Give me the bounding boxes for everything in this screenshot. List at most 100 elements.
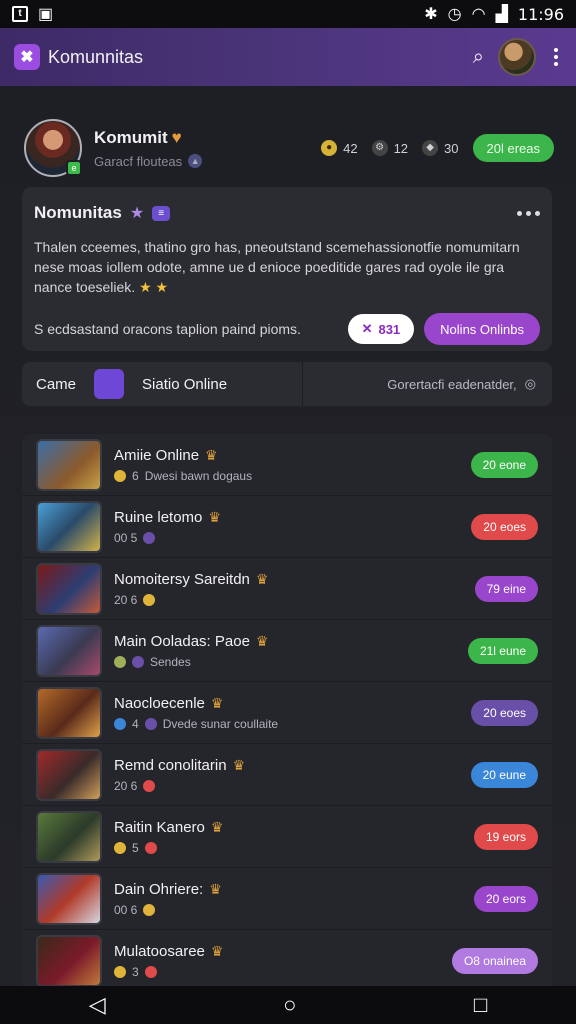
coin-icon bbox=[114, 841, 126, 854]
row-status-pill[interactable]: 21l eune bbox=[467, 637, 538, 664]
profile-subtitle: Garacf flouteas bbox=[94, 153, 183, 169]
row-title: Dain Ohriere: bbox=[114, 880, 204, 898]
game-thumbnail bbox=[36, 624, 102, 677]
list-item[interactable]: Remd conolitarin ♛ 20 6 20 eune bbox=[22, 744, 552, 806]
card-description-text: Thalen cceemes, thatino gro has, pneouts… bbox=[34, 239, 520, 295]
row-status-pill[interactable]: 20 eoes bbox=[471, 513, 538, 540]
members-button[interactable]: ✕ 831 bbox=[347, 314, 415, 344]
profile-stats: ● 42 ⚙ 12 ◆ 30 20l ereas bbox=[321, 134, 554, 162]
card-description: Thalen cceemes, thatino gro has, pneouts… bbox=[34, 237, 540, 297]
medal-icon bbox=[144, 966, 157, 978]
stat-coins: 42 bbox=[343, 140, 358, 156]
list-item[interactable]: Naocloecenle ♛ 4 Dvede sunar coullaite 20 … bbox=[22, 682, 552, 744]
row-meta-num: 00 6 bbox=[114, 902, 138, 917]
game-thumbnail bbox=[36, 686, 102, 739]
list-item[interactable]: Main Ooladas: Paoe ♛ Sendes 21l eune bbox=[22, 620, 552, 682]
row-title: Raitin Kanero bbox=[114, 818, 205, 836]
gear-icon: ⚙ bbox=[371, 140, 388, 156]
online-button[interactable]: Nolins Onlinbs bbox=[424, 313, 540, 345]
crown-icon: ♛ bbox=[255, 632, 269, 649]
list-item[interactable]: Nomoitersy Sareitdn ♛ 20 6 79 eine bbox=[22, 558, 552, 620]
medal-icon bbox=[143, 903, 156, 916]
community-card: Nomunitas ★ ≡ Thalen cceemes, thatino gr… bbox=[22, 187, 552, 351]
bluetooth-icon: ✱ bbox=[424, 6, 438, 23]
row-meta-num: 3 bbox=[132, 965, 139, 979]
crown-icon: ♛ bbox=[210, 694, 224, 711]
coin-icon bbox=[114, 655, 126, 668]
row-status-pill[interactable]: 20 eors bbox=[473, 885, 538, 912]
row-meta-num: 5 bbox=[132, 840, 139, 855]
crown-icon: ♛ bbox=[205, 446, 218, 463]
gem-icon: ◆ bbox=[422, 140, 439, 156]
row-status-pill[interactable]: 20 eone bbox=[470, 451, 538, 478]
profile-action-button[interactable]: 20l ereas bbox=[472, 134, 554, 162]
signal-icon: ▟ bbox=[495, 6, 508, 23]
profile-name: Komumit bbox=[94, 127, 168, 147]
crown-icon: ♛ bbox=[208, 508, 221, 525]
row-status-pill[interactable]: 20 eune bbox=[470, 761, 538, 788]
overflow-menu-icon[interactable] bbox=[550, 44, 562, 70]
card-title: Nomunitas bbox=[34, 203, 122, 222]
status-bar: t ▣ ✱ ◷ ◠ ▟ 11:96 bbox=[0, 0, 576, 28]
row-meta-num: 20 6 bbox=[114, 778, 138, 793]
app-title: Komunnitas bbox=[48, 46, 144, 67]
badge-icon bbox=[144, 717, 157, 730]
game-thumbnail bbox=[36, 438, 102, 491]
wifi-icon: ◠ bbox=[471, 6, 486, 23]
row-status-pill[interactable]: O8 onainea bbox=[451, 948, 538, 974]
coin-icon bbox=[114, 717, 126, 730]
row-status-pill[interactable]: 19 eors bbox=[473, 823, 538, 850]
filter-game-label[interactable]: Came bbox=[36, 376, 76, 393]
clock: 11:96 bbox=[517, 4, 564, 24]
filter-bar: Came Siatio Online Gorertacfi eadenatder… bbox=[22, 362, 552, 406]
row-meta-num: 20 6 bbox=[114, 592, 138, 607]
alarm-icon: ◷ bbox=[447, 6, 462, 23]
app-bar: ✖ Komunnitas ⌕ bbox=[0, 28, 576, 86]
search-icon[interactable]: ⌕ bbox=[473, 46, 484, 69]
home-icon[interactable]: ○ bbox=[283, 992, 296, 1018]
row-title: Nomoitersy Sareitdn bbox=[114, 570, 250, 588]
game-controller-icon[interactable] bbox=[94, 369, 125, 399]
crown-icon: ♛ bbox=[209, 880, 222, 897]
filter-sort-label[interactable]: Gorertacfi eadenatder, bbox=[387, 377, 516, 392]
row-title: Naocloecenle bbox=[114, 694, 205, 712]
coin-icon: ● bbox=[321, 140, 338, 156]
user-avatar[interactable] bbox=[498, 38, 536, 76]
game-thumbnail bbox=[36, 562, 102, 615]
row-title: Remd conolitarin bbox=[114, 756, 227, 774]
recents-icon[interactable]: □ bbox=[474, 992, 487, 1018]
list-item[interactable]: Ruine letomo ♛ 00 5 20 eoes bbox=[22, 496, 552, 558]
row-status-pill[interactable]: 20 eoes bbox=[471, 699, 538, 726]
list-item[interactable]: Mulatoosaree ♛ 3 O8 onainea bbox=[22, 930, 552, 992]
heart-icon: ♥ bbox=[171, 127, 182, 147]
card-more-icon[interactable] bbox=[517, 210, 540, 216]
row-meta-text: Sendes bbox=[150, 654, 191, 669]
row-title: Mulatoosaree bbox=[114, 943, 205, 960]
stat-gems: 30 bbox=[444, 140, 459, 156]
filter-status-label[interactable]: Siatio Online bbox=[142, 376, 227, 393]
row-title: Ruine letomo bbox=[114, 508, 203, 526]
coin-icon bbox=[114, 966, 126, 978]
stat-gear: 12 bbox=[393, 140, 409, 156]
row-status-pill[interactable]: 79 eine bbox=[474, 575, 538, 602]
game-thumbnail bbox=[36, 810, 102, 863]
list-item[interactable]: Dain Ohriere: ♛ 00 6 20 eors bbox=[22, 868, 552, 930]
back-icon[interactable]: ◁ bbox=[89, 992, 106, 1018]
star-icon: ★ bbox=[129, 205, 145, 222]
row-meta-text: Dwesi bawn dogaus bbox=[144, 468, 253, 483]
sort-icon[interactable]: ◎ bbox=[525, 376, 536, 392]
profile-avatar[interactable]: e bbox=[24, 119, 82, 177]
badge-icon bbox=[132, 655, 144, 668]
row-meta-text: Dvede sunar coullaite bbox=[162, 716, 279, 731]
crown-icon: ♛ bbox=[232, 756, 246, 773]
game-thumbnail bbox=[36, 935, 102, 987]
row-meta-num: 6 bbox=[132, 468, 139, 483]
crown-icon: ♛ bbox=[255, 570, 269, 587]
game-thumbnail bbox=[36, 500, 102, 553]
coin-icon bbox=[114, 469, 126, 482]
card-footer-text: S ecdsastand oracons taplion paind pioms… bbox=[34, 321, 301, 337]
notification-icon: t bbox=[12, 6, 28, 22]
list-item[interactable]: Amiie Online ♛ 6 Dwesi bawn dogaus 20 eone bbox=[22, 434, 552, 496]
row-meta-num: 00 5 bbox=[114, 530, 138, 545]
list-item[interactable]: Raitin Kanero ♛ 5 19 eors bbox=[22, 806, 552, 868]
